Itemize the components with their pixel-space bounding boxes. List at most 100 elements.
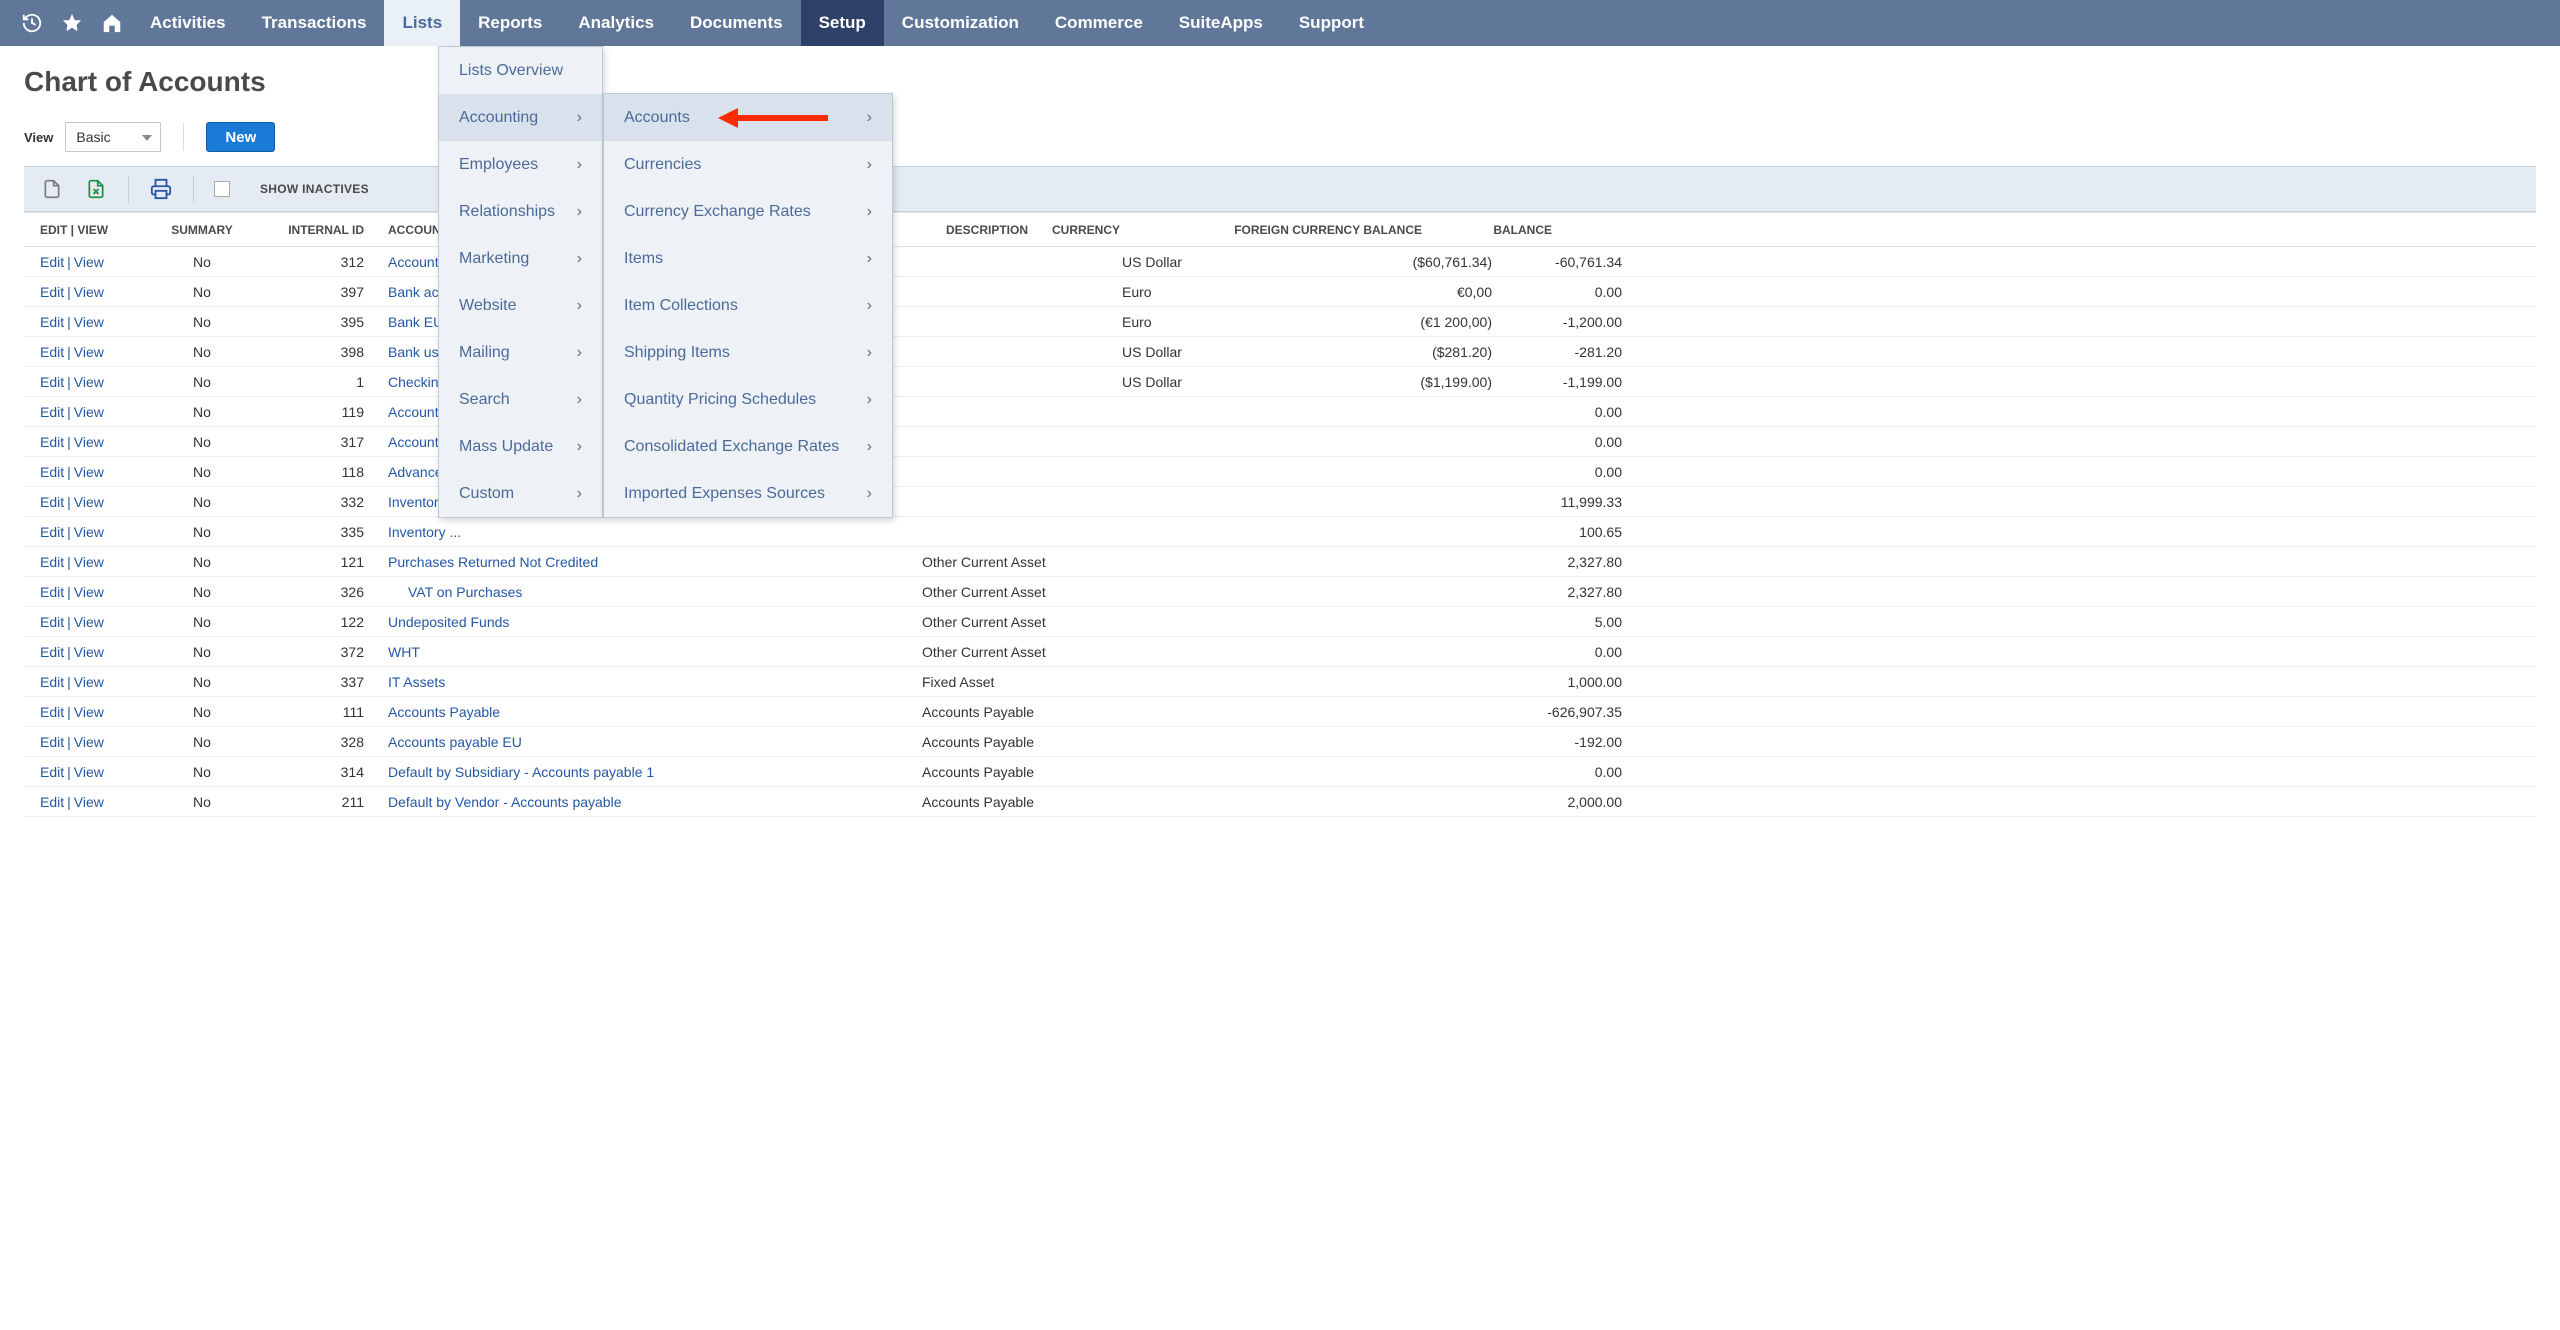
account-link[interactable]: Inventory ... bbox=[388, 524, 461, 540]
view-link[interactable]: View bbox=[74, 464, 104, 480]
view-link[interactable]: View bbox=[74, 344, 104, 360]
submenu-consolidated-exchange-rates[interactable]: Consolidated Exchange Rates› bbox=[604, 423, 892, 470]
edit-link[interactable]: Edit bbox=[40, 764, 64, 780]
cell-summary: No bbox=[142, 344, 262, 360]
menu-website[interactable]: Website› bbox=[439, 282, 602, 329]
recent-icon[interactable] bbox=[12, 0, 52, 46]
view-link[interactable]: View bbox=[74, 614, 104, 630]
menu-relationships[interactable]: Relationships› bbox=[439, 188, 602, 235]
edit-link[interactable]: Edit bbox=[40, 284, 64, 300]
nav-setup[interactable]: Setup bbox=[801, 0, 884, 46]
nav-activities[interactable]: Activities bbox=[132, 0, 244, 46]
account-link[interactable]: Accounts payable EU bbox=[388, 734, 522, 750]
nav-commerce[interactable]: Commerce bbox=[1037, 0, 1161, 46]
account-link[interactable]: WHT bbox=[388, 644, 420, 660]
menu-mass-update[interactable]: Mass Update› bbox=[439, 423, 602, 470]
account-link[interactable]: Default by Vendor - Accounts payable bbox=[388, 794, 621, 810]
menu-accounting[interactable]: Accounting› bbox=[439, 94, 602, 141]
account-link[interactable]: Purchases Returned Not Credited bbox=[388, 554, 598, 570]
star-icon[interactable] bbox=[52, 0, 92, 46]
document-icon[interactable] bbox=[40, 177, 64, 201]
chevron-right-icon: › bbox=[577, 438, 582, 456]
nav-documents[interactable]: Documents bbox=[672, 0, 801, 46]
edit-link[interactable]: Edit bbox=[40, 494, 64, 510]
account-link[interactable]: IT Assets bbox=[388, 674, 445, 690]
submenu-shipping-items[interactable]: Shipping Items› bbox=[604, 329, 892, 376]
nav-suiteapps[interactable]: SuiteApps bbox=[1161, 0, 1281, 46]
edit-link[interactable]: Edit bbox=[40, 794, 64, 810]
view-link[interactable]: View bbox=[74, 584, 104, 600]
col-description[interactable]: DESCRIPTION bbox=[922, 223, 1052, 237]
edit-link[interactable]: Edit bbox=[40, 254, 64, 270]
account-link[interactable]: Inventory bbox=[388, 494, 446, 510]
submenu-currency-exchange-rates[interactable]: Currency Exchange Rates› bbox=[604, 188, 892, 235]
nav-lists[interactable]: Lists bbox=[384, 0, 460, 46]
view-link[interactable]: View bbox=[74, 794, 104, 810]
edit-link[interactable]: Edit bbox=[40, 614, 64, 630]
edit-link[interactable]: Edit bbox=[40, 374, 64, 390]
menu-marketing[interactable]: Marketing› bbox=[439, 235, 602, 282]
menu-lists-overview[interactable]: Lists Overview bbox=[439, 47, 602, 94]
view-link[interactable]: View bbox=[74, 494, 104, 510]
new-button[interactable]: New bbox=[206, 122, 275, 152]
view-link[interactable]: View bbox=[74, 644, 104, 660]
view-link[interactable]: View bbox=[74, 434, 104, 450]
view-link[interactable]: View bbox=[74, 374, 104, 390]
cell-balance: -1,200.00 bbox=[1502, 314, 1632, 330]
submenu-imported-expenses-sources[interactable]: Imported Expenses Sources› bbox=[604, 470, 892, 517]
view-link[interactable]: View bbox=[74, 284, 104, 300]
submenu-items[interactable]: Items› bbox=[604, 235, 892, 282]
account-link[interactable]: VAT on Purchases bbox=[388, 584, 522, 600]
submenu-accounts[interactable]: Accounts› bbox=[604, 94, 892, 141]
account-link[interactable]: Accounts Payable bbox=[388, 704, 500, 720]
col-editview[interactable]: EDIT | VIEW bbox=[32, 223, 142, 237]
col-currency[interactable]: CURRENCY bbox=[1052, 223, 1192, 237]
cell-balance: 0.00 bbox=[1502, 284, 1632, 300]
nav-analytics[interactable]: Analytics bbox=[560, 0, 672, 46]
view-link[interactable]: View bbox=[74, 554, 104, 570]
edit-link[interactable]: Edit bbox=[40, 404, 64, 420]
submenu-item-collections[interactable]: Item Collections› bbox=[604, 282, 892, 329]
edit-link[interactable]: Edit bbox=[40, 314, 64, 330]
edit-link[interactable]: Edit bbox=[40, 554, 64, 570]
edit-link[interactable]: Edit bbox=[40, 674, 64, 690]
account-link[interactable]: Undeposited Funds bbox=[388, 614, 509, 630]
nav-customization[interactable]: Customization bbox=[884, 0, 1037, 46]
edit-link[interactable]: Edit bbox=[40, 464, 64, 480]
nav-support[interactable]: Support bbox=[1281, 0, 1382, 46]
view-link[interactable]: View bbox=[74, 764, 104, 780]
menu-search[interactable]: Search› bbox=[439, 376, 602, 423]
col-foreign-balance[interactable]: FOREIGN CURRENCY BALANCE bbox=[1192, 223, 1432, 237]
view-link[interactable]: View bbox=[74, 704, 104, 720]
edit-link[interactable]: Edit bbox=[40, 704, 64, 720]
view-select[interactable]: Basic bbox=[65, 122, 161, 152]
edit-link[interactable]: Edit bbox=[40, 584, 64, 600]
print-icon[interactable] bbox=[149, 177, 173, 201]
edit-link[interactable]: Edit bbox=[40, 734, 64, 750]
menu-custom[interactable]: Custom› bbox=[439, 470, 602, 517]
nav-reports[interactable]: Reports bbox=[460, 0, 560, 46]
view-link[interactable]: View bbox=[74, 314, 104, 330]
col-balance[interactable]: BALANCE bbox=[1432, 223, 1562, 237]
view-link[interactable]: View bbox=[74, 404, 104, 420]
view-link[interactable]: View bbox=[74, 524, 104, 540]
view-link[interactable]: View bbox=[74, 674, 104, 690]
cell-balance: 2,327.80 bbox=[1502, 584, 1632, 600]
col-internalid[interactable]: INTERNAL ID bbox=[262, 223, 382, 237]
home-icon[interactable] bbox=[92, 0, 132, 46]
submenu-quantity-pricing-schedules[interactable]: Quantity Pricing Schedules› bbox=[604, 376, 892, 423]
account-link[interactable]: Default by Subsidiary - Accounts payable… bbox=[388, 764, 654, 780]
submenu-currencies[interactable]: Currencies› bbox=[604, 141, 892, 188]
edit-link[interactable]: Edit bbox=[40, 344, 64, 360]
col-summary[interactable]: SUMMARY bbox=[142, 223, 262, 237]
menu-mailing[interactable]: Mailing› bbox=[439, 329, 602, 376]
view-link[interactable]: View bbox=[74, 254, 104, 270]
view-link[interactable]: View bbox=[74, 734, 104, 750]
edit-link[interactable]: Edit bbox=[40, 524, 64, 540]
excel-export-icon[interactable] bbox=[84, 177, 108, 201]
edit-link[interactable]: Edit bbox=[40, 434, 64, 450]
nav-transactions[interactable]: Transactions bbox=[244, 0, 385, 46]
show-inactives-checkbox[interactable] bbox=[214, 181, 230, 197]
edit-link[interactable]: Edit bbox=[40, 644, 64, 660]
menu-employees[interactable]: Employees› bbox=[439, 141, 602, 188]
